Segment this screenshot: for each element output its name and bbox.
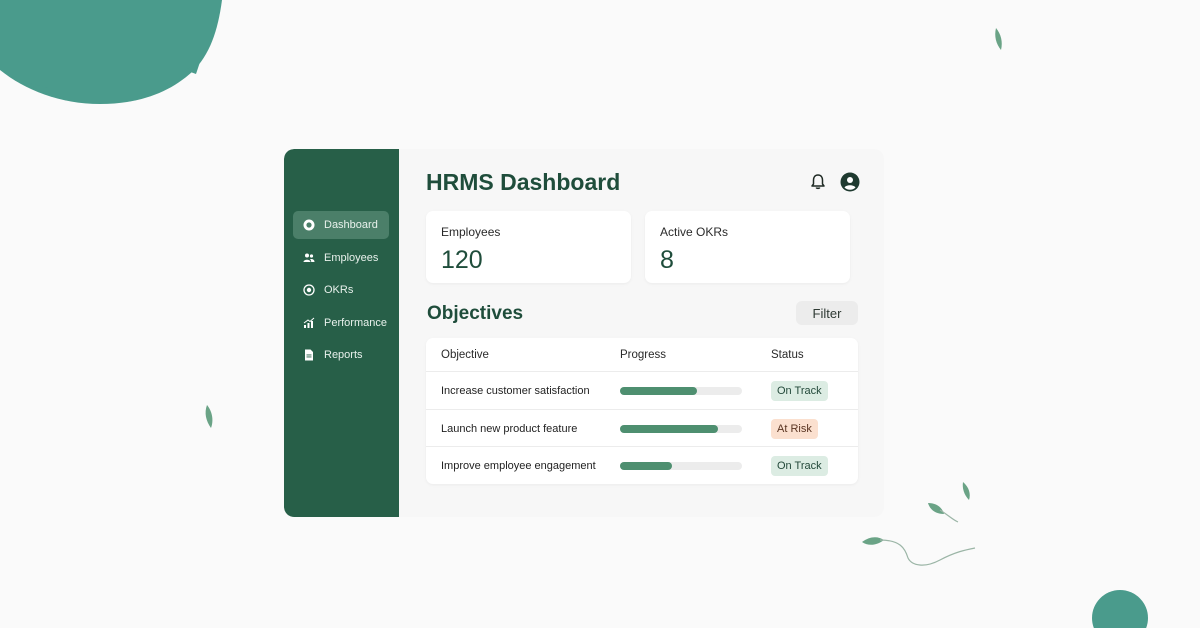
status-cell: At Risk [771,410,818,447]
objectives-table: Objective Progress Status Increase custo… [426,338,858,484]
progress-fill [620,424,718,433]
stat-label: Active OKRs [660,225,729,239]
sidebar-item-label: Dashboard [324,219,378,231]
progress-fill [620,461,673,470]
leaf-4 [928,503,944,514]
filter-button[interactable]: Filter [796,301,858,325]
sidebar-item-reports[interactable]: Reports [293,341,389,369]
sidebar-item-okrs[interactable]: OKRs [293,276,389,304]
table-row[interactable]: Improve employee engagement On Track [426,446,858,484]
objective-name: Improve employee engagement [441,459,596,472]
objectives-title: Objectives [427,303,524,324]
user-account-icon[interactable] [840,172,860,192]
sidebar-item-dashboard[interactable]: Dashboard [293,211,389,239]
stat-card-employees: Employees 120 [426,211,631,283]
leaf-3 [962,482,970,500]
table-row[interactable]: Launch new product feature At Risk [426,409,858,447]
table-row[interactable]: Increase customer satisfaction On Track [426,371,858,409]
status-cell: On Track [771,447,828,484]
ink-blob-bottom-right [1092,590,1148,628]
status-badge: On Track [771,455,828,476]
sidebar-item-performance[interactable]: Performance [293,309,389,337]
objective-name: Launch new product feature [441,422,578,435]
sidebar: Dashboard Employees OKRs Performance Rep… [284,149,399,517]
sidebar-item-label: Performance [324,316,387,329]
ink-blob-top-left [0,0,222,104]
status-cell: On Track [771,372,828,409]
sidebar-item-label: OKRs [324,284,354,296]
stat-value: 8 [660,246,674,274]
column-header-progress[interactable]: Progress [620,338,666,371]
page-title: HRMS Dashboard [426,169,621,195]
leaf-5 [862,537,884,545]
progress-cell [620,372,742,409]
sidebar-item-label: Reports [324,349,363,361]
progress-cell [620,410,742,447]
document-icon [303,349,315,361]
main-content: HRMS Dashboard Employees 120 Active OKRs… [399,149,884,517]
status-badge: On Track [771,380,828,401]
column-header-status[interactable]: Status [771,338,804,371]
stat-value: 120 [441,246,483,274]
target-icon [303,284,315,296]
dashboard-icon [303,219,315,231]
chart-icon [303,317,315,329]
progress-bar [620,386,742,395]
leaf-1 [995,28,1002,50]
progress-bar [620,424,742,433]
sidebar-item-employees[interactable]: Employees [293,244,389,272]
sidebar-nav: Dashboard Employees OKRs Performance Rep… [293,211,389,374]
header-actions [808,172,860,192]
bell-icon[interactable] [808,172,828,192]
vine-stem [879,509,976,566]
objective-name: Increase customer satisfaction [441,384,590,397]
progress-fill [620,386,697,395]
leaf-2 [205,405,213,428]
ink-splatter [30,62,200,92]
column-header-objective[interactable]: Objective [441,338,489,371]
users-icon [303,252,315,264]
table-header: Objective Progress Status [426,338,858,371]
stat-label: Employees [441,225,501,239]
dashboard-window: Dashboard Employees OKRs Performance Rep… [284,149,884,517]
stat-card-active-okrs: Active OKRs 8 [645,211,850,283]
progress-cell [620,447,742,484]
sidebar-item-label: Employees [324,251,379,264]
status-badge: At Risk [771,418,818,439]
progress-bar [620,461,742,470]
